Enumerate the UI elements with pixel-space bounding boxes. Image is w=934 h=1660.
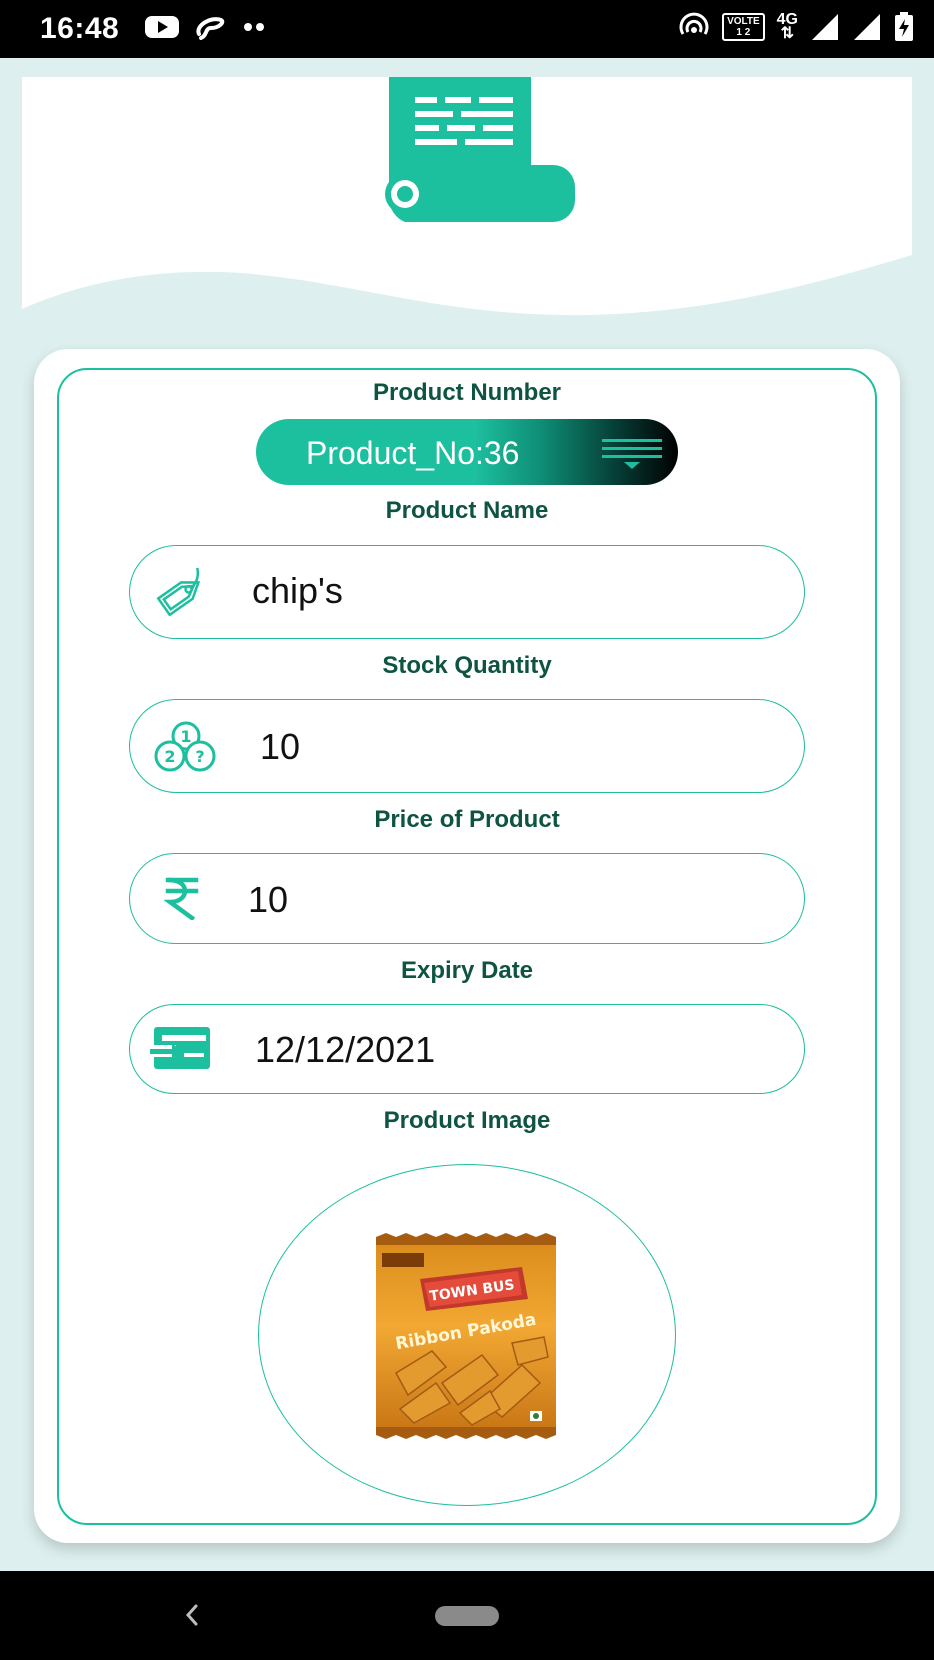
- more-dots-icon: [244, 23, 264, 31]
- 4g-icon: 4G ⇅: [777, 12, 798, 42]
- status-right-icons: VOLTE 1 2 4G ⇅: [678, 12, 914, 42]
- header-banner: [22, 77, 912, 322]
- svg-text:2: 2: [164, 747, 175, 766]
- status-bar: 16:48 VOLTE 1 2 4G ⇅: [0, 0, 934, 58]
- price-label: Price of Product: [374, 806, 560, 833]
- airtel-icon: [196, 17, 225, 40]
- price-tag-icon: [156, 568, 201, 616]
- product-image-label: Product Image: [383, 1107, 551, 1134]
- product-number-label: Product Number: [372, 379, 561, 406]
- signal-icon: [812, 14, 838, 40]
- price-input[interactable]: 10: [248, 879, 288, 921]
- product-name-label: Product Name: [385, 497, 549, 524]
- svg-text:1: 1: [180, 727, 191, 746]
- battery-charging-icon: [895, 12, 913, 41]
- volte-sim-text: 1 2: [736, 27, 751, 38]
- status-time: 16:48: [40, 12, 120, 45]
- stock-quantity-input[interactable]: 10: [260, 726, 300, 768]
- signal-icon-2: [854, 14, 880, 40]
- home-pill-button[interactable]: [435, 1606, 499, 1626]
- card-arrow-icon: [150, 1027, 210, 1069]
- hotspot-icon: [679, 12, 709, 35]
- price-field[interactable]: 10: [129, 853, 805, 944]
- counting-coins-icon: 12?: [154, 721, 216, 772]
- back-icon[interactable]: [182, 1596, 202, 1634]
- navigation-bar: [0, 1571, 934, 1660]
- data-arrows-icon: ⇅: [780, 25, 795, 42]
- product-number-selector[interactable]: Product_No:36: [256, 419, 678, 485]
- stock-quantity-label: Stock Quantity: [382, 652, 552, 679]
- volte-icon: VOLTE 1 2: [722, 13, 765, 41]
- expiry-date-field[interactable]: 12/12/2021: [129, 1004, 805, 1094]
- youtube-icon: [145, 16, 179, 38]
- expiry-date-label: Expiry Date: [400, 957, 534, 984]
- expiry-date-input[interactable]: 12/12/2021: [255, 1029, 435, 1071]
- receipt-scroll-icon: [385, 77, 575, 222]
- svg-text:?: ?: [195, 747, 204, 766]
- product-name-field[interactable]: chip's: [129, 545, 805, 639]
- status-left-icons: [145, 14, 267, 40]
- stock-quantity-field[interactable]: 1 2? 10: [129, 699, 805, 793]
- product-image[interactable]: TOWN BUS Ribbon Pakoda: [372, 1233, 560, 1439]
- product-number-value: Product_No:36: [306, 435, 520, 471]
- menu-dropdown-icon: [602, 439, 662, 469]
- product-name-input[interactable]: chip's: [252, 570, 343, 612]
- rupee-icon: [164, 877, 199, 920]
- volte-text: VOLTE: [727, 16, 760, 27]
